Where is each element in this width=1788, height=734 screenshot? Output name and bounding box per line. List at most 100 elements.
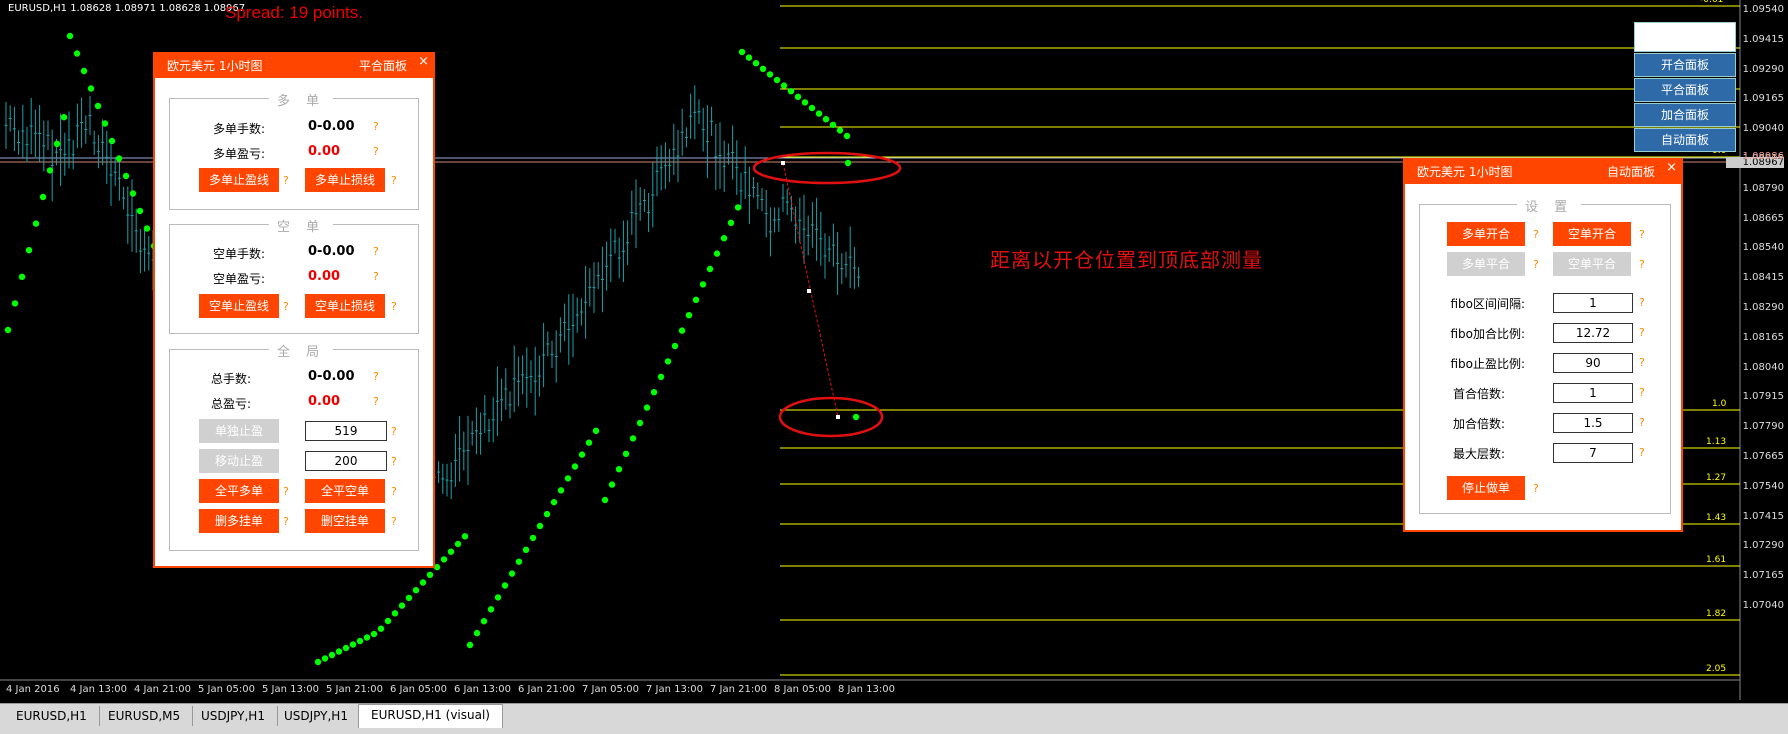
help-icon[interactable]: ?: [391, 515, 397, 528]
help-icon[interactable]: ?: [1639, 228, 1645, 241]
psar-dot: [636, 419, 644, 427]
fibo-add-ratio-label: fibo加合比例:: [1450, 327, 1525, 341]
close-short-button[interactable]: 空单平合: [1553, 252, 1631, 276]
help-icon[interactable]: ?: [1639, 386, 1645, 399]
close-icon[interactable]: ×: [418, 50, 429, 74]
psar-dot: [720, 235, 728, 242]
tab-usdjpy-h1-2[interactable]: USDJPY,H1: [272, 706, 361, 726]
price-tick: 1.08665: [1742, 212, 1784, 224]
psar-dot: [622, 450, 630, 457]
add-panel-button[interactable]: 加合面板: [1634, 103, 1736, 127]
help-icon[interactable]: ?: [283, 174, 289, 187]
chart-tabs: EURUSD,H1 EURUSD,M5 USDJPY,H1 USDJPY,H1 …: [0, 703, 1788, 734]
help-icon[interactable]: ?: [373, 270, 379, 283]
close-panel-button[interactable]: 平合面板: [1634, 78, 1736, 102]
single-tp-input[interactable]: 519: [305, 421, 387, 441]
help-icon[interactable]: ?: [373, 120, 379, 133]
psar-dot: [349, 641, 357, 648]
price-tick: 1.07415: [1742, 510, 1784, 522]
psar-dot: [508, 570, 516, 577]
help-icon[interactable]: ?: [1639, 296, 1645, 309]
help-icon[interactable]: ?: [391, 485, 397, 498]
psar-dot: [808, 104, 816, 112]
help-icon[interactable]: ?: [1639, 416, 1645, 429]
help-icon[interactable]: ?: [283, 300, 289, 313]
help-icon[interactable]: ?: [1533, 228, 1539, 241]
fibo-interval-input[interactable]: 1: [1553, 293, 1633, 313]
short-tp-button[interactable]: 空单止盈线: [199, 294, 279, 318]
tab-eurusd-m5[interactable]: EURUSD,M5: [96, 706, 194, 726]
long-sl-button[interactable]: 多单止损线: [305, 168, 385, 192]
help-icon[interactable]: ?: [1639, 446, 1645, 459]
help-icon[interactable]: ?: [391, 174, 397, 187]
first-multiplier-input[interactable]: 1: [1553, 383, 1633, 403]
trail-tp-input[interactable]: 200: [305, 451, 387, 471]
psar-dot: [115, 155, 123, 162]
help-icon[interactable]: ?: [1533, 482, 1539, 495]
single-tp-button[interactable]: 单独止盈: [199, 419, 279, 443]
psar-dot: [122, 172, 130, 180]
close-icon[interactable]: ×: [1666, 156, 1677, 180]
psar-dot: [440, 556, 448, 563]
auto-panel-button[interactable]: 自动面板: [1634, 128, 1736, 152]
total-pl-value: 0.00: [308, 394, 341, 409]
psar-dot: [692, 296, 700, 303]
help-icon[interactable]: ?: [283, 485, 289, 498]
fibo-add-ratio-input[interactable]: 12.72: [1553, 323, 1633, 343]
tab-eurusd-h1[interactable]: EURUSD,H1: [4, 706, 100, 726]
close-all-short-button[interactable]: 全平空单: [305, 479, 385, 503]
help-icon[interactable]: ?: [373, 245, 379, 258]
psar-dot: [699, 281, 707, 288]
time-tick: 4 Jan 13:00: [70, 684, 127, 695]
time-tick: 6 Jan 13:00: [454, 684, 511, 695]
open-panel-button[interactable]: 开合面板: [1634, 53, 1736, 77]
time-tick: 6 Jan 05:00: [390, 684, 447, 695]
open-long-button[interactable]: 多单开合: [1447, 222, 1525, 246]
close-all-long-button[interactable]: 全平多单: [199, 479, 279, 503]
tab-eurusd-h1-visual[interactable]: EURUSD,H1 (visual): [358, 704, 503, 728]
close-long-button[interactable]: 多单平合: [1447, 252, 1525, 276]
help-icon[interactable]: ?: [1639, 356, 1645, 369]
delete-short-orders-button[interactable]: 删空挂单: [305, 509, 385, 533]
max-layers-input[interactable]: 7: [1553, 443, 1633, 463]
psar-dot: [4, 326, 12, 334]
long-lots-label: 多单手数:: [212, 122, 265, 136]
help-icon[interactable]: ?: [373, 370, 379, 383]
psar-dot: [321, 655, 329, 662]
short-sl-button[interactable]: 空单止损线: [305, 294, 385, 318]
help-icon[interactable]: ?: [283, 515, 289, 528]
help-icon[interactable]: ?: [391, 300, 397, 313]
time-tick: 7 Jan 21:00: [710, 684, 767, 695]
global-legend: 全 局: [269, 341, 334, 360]
psar-dot: [25, 247, 33, 254]
help-icon[interactable]: ?: [391, 425, 397, 438]
stop-trading-button[interactable]: 停止做单: [1447, 476, 1525, 500]
long-tp-button[interactable]: 多单止盈线: [199, 168, 279, 192]
psar-dot: [852, 413, 860, 421]
psar-dot: [571, 463, 579, 470]
close-panel-titlebar[interactable]: 欧元美元 1小时图 平合面板 ×: [155, 54, 433, 78]
help-icon[interactable]: ?: [1639, 258, 1645, 271]
help-icon[interactable]: ?: [391, 455, 397, 468]
help-icon[interactable]: ?: [1533, 258, 1539, 271]
psar-dot: [384, 617, 392, 625]
short-pl-label: 空单盈亏:: [212, 272, 265, 286]
trail-tp-button[interactable]: 移动止盈: [199, 449, 279, 473]
delete-long-orders-button[interactable]: 删多挂单: [199, 509, 279, 533]
auto-panel-name: 自动面板: [1606, 165, 1655, 179]
psar-dot: [66, 32, 74, 40]
open-short-button[interactable]: 空单开合: [1553, 222, 1631, 246]
psar-dot: [487, 606, 495, 613]
psar-dot: [53, 140, 61, 147]
fibo-tp-ratio-input[interactable]: 90: [1553, 353, 1633, 373]
auto-panel-titlebar[interactable]: 欧元美元 1小时图 自动面板 ×: [1405, 160, 1681, 184]
help-icon[interactable]: ?: [373, 395, 379, 408]
psar-dot: [706, 265, 714, 273]
tab-usdjpy-h1[interactable]: USDJPY,H1: [189, 706, 278, 726]
time-tick: 7 Jan 13:00: [646, 684, 703, 695]
help-icon[interactable]: ?: [373, 145, 379, 158]
add-multiplier-input[interactable]: 1.5: [1553, 413, 1633, 433]
psar-dot: [664, 358, 672, 365]
help-icon[interactable]: ?: [1639, 326, 1645, 339]
psar-dot: [412, 587, 420, 594]
